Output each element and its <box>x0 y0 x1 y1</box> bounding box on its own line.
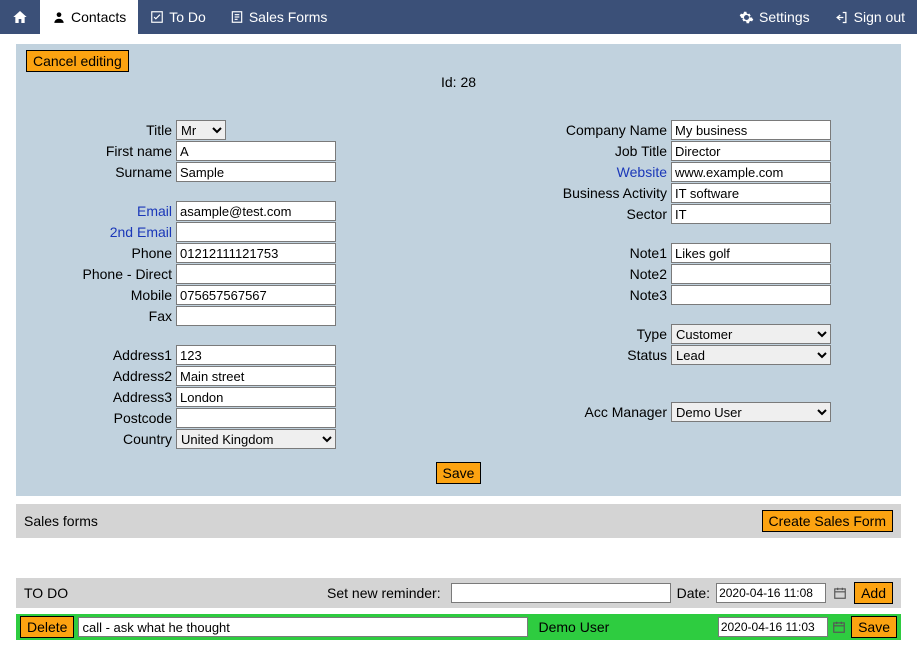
phone-label: Phone <box>56 245 176 261</box>
title-select[interactable]: Mr <box>176 120 226 140</box>
type-label: Type <box>531 326 671 342</box>
accmgr-label: Acc Manager <box>531 404 671 420</box>
gear-icon <box>739 10 754 25</box>
form-icon <box>230 10 244 24</box>
title-label: Title <box>56 122 176 138</box>
addr2-label: Address2 <box>56 368 176 384</box>
note3-label: Note3 <box>531 287 671 303</box>
status-label: Status <box>531 347 671 363</box>
todo-user: Demo User <box>532 619 713 635</box>
signout-icon <box>834 10 849 25</box>
note3-input[interactable] <box>671 285 831 305</box>
todo-date-input[interactable] <box>718 617 828 637</box>
nav-salesforms-label: Sales Forms <box>249 9 328 25</box>
nav-home[interactable] <box>0 0 40 34</box>
sales-forms-heading: Sales forms <box>24 513 98 529</box>
fax-label: Fax <box>56 308 176 324</box>
type-select[interactable]: Customer <box>671 324 831 344</box>
phone-input[interactable] <box>176 243 336 263</box>
cancel-editing-button[interactable]: Cancel editing <box>26 50 129 72</box>
nav-todo[interactable]: To Do <box>138 0 218 34</box>
phonedirect-input[interactable] <box>176 264 336 284</box>
website-label[interactable]: Website <box>531 164 671 180</box>
email-input[interactable] <box>176 201 336 221</box>
mobile-label: Mobile <box>56 287 176 303</box>
mobile-input[interactable] <box>176 285 336 305</box>
create-sales-form-button[interactable]: Create Sales Form <box>762 510 893 532</box>
company-input[interactable] <box>671 120 831 140</box>
set-reminder-label: Set new reminder: <box>74 585 445 601</box>
note1-label: Note1 <box>531 245 671 261</box>
reminder-date-input[interactable] <box>716 583 826 603</box>
surname-input[interactable] <box>176 162 336 182</box>
activity-input[interactable] <box>671 183 831 203</box>
nav-todo-label: To Do <box>169 9 206 25</box>
todo-note-input[interactable] <box>78 617 528 637</box>
addr2-input[interactable] <box>176 366 336 386</box>
nav-signout[interactable]: Sign out <box>822 0 917 34</box>
addr1-label: Address1 <box>56 347 176 363</box>
nav-salesforms[interactable]: Sales Forms <box>218 0 340 34</box>
delete-todo-button[interactable]: Delete <box>20 616 74 638</box>
addr3-label: Address3 <box>56 389 176 405</box>
accmgr-select[interactable]: Demo User <box>671 402 831 422</box>
person-icon <box>52 10 66 24</box>
nav-contacts[interactable]: Contacts <box>40 0 138 34</box>
firstname-input[interactable] <box>176 141 336 161</box>
home-icon <box>12 9 28 25</box>
save-button[interactable]: Save <box>436 462 482 484</box>
postcode-label: Postcode <box>56 410 176 426</box>
sector-label: Sector <box>531 206 671 222</box>
add-reminder-button[interactable]: Add <box>854 582 893 604</box>
todo-heading: TO DO <box>24 585 68 601</box>
calendar-icon[interactable] <box>832 618 847 636</box>
jobtitle-input[interactable] <box>671 141 831 161</box>
nav-contacts-label: Contacts <box>71 9 126 25</box>
save-todo-button[interactable]: Save <box>851 616 897 638</box>
country-select[interactable]: United Kingdom <box>176 429 336 449</box>
addr3-input[interactable] <box>176 387 336 407</box>
email-label[interactable]: Email <box>56 203 176 219</box>
company-label: Company Name <box>531 122 671 138</box>
status-select[interactable]: Lead <box>671 345 831 365</box>
addr1-input[interactable] <box>176 345 336 365</box>
nav-signout-label: Sign out <box>854 9 905 25</box>
note2-input[interactable] <box>671 264 831 284</box>
calendar-icon[interactable] <box>832 584 848 602</box>
note2-label: Note2 <box>531 266 671 282</box>
note1-input[interactable] <box>671 243 831 263</box>
todo-row: Delete Demo User Save <box>16 614 901 640</box>
sector-input[interactable] <box>671 204 831 224</box>
date-label: Date: <box>677 585 710 601</box>
jobtitle-label: Job Title <box>531 143 671 159</box>
email2-label[interactable]: 2nd Email <box>56 224 176 240</box>
sales-forms-bar: Sales forms Create Sales Form <box>16 504 901 538</box>
activity-label: Business Activity <box>531 185 671 201</box>
top-nav: Contacts To Do Sales Forms Settings Sign… <box>0 0 917 34</box>
surname-label: Surname <box>56 164 176 180</box>
checkbox-icon <box>150 10 164 24</box>
website-input[interactable] <box>671 162 831 182</box>
todo-bar: TO DO Set new reminder: Date: Add <box>16 578 901 608</box>
country-label: Country <box>56 431 176 447</box>
contact-edit-panel: Cancel editing Id: 28 Title Mr First nam… <box>16 44 901 496</box>
nav-settings-label: Settings <box>759 9 810 25</box>
fax-input[interactable] <box>176 306 336 326</box>
postcode-input[interactable] <box>176 408 336 428</box>
reminder-input[interactable] <box>451 583 671 603</box>
firstname-label: First name <box>56 143 176 159</box>
phonedirect-label: Phone - Direct <box>56 266 176 282</box>
email2-input[interactable] <box>176 222 336 242</box>
record-id: Id: 28 <box>26 74 891 90</box>
nav-settings[interactable]: Settings <box>727 0 822 34</box>
